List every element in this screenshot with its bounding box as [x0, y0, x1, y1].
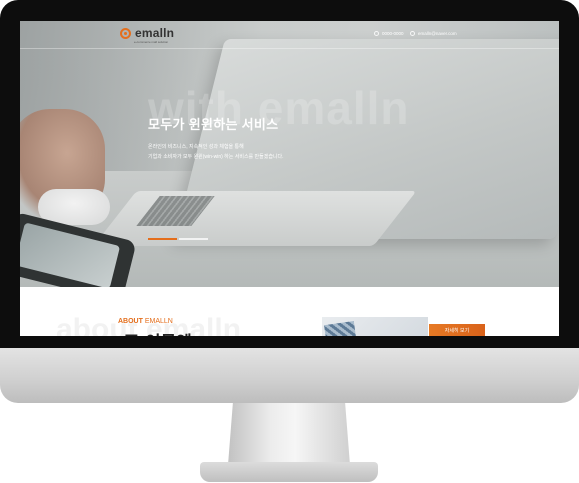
site-header: emalln e-commerce mall solution 0000-000…: [20, 21, 559, 48]
building-graphic: [324, 321, 358, 336]
about-label-brand: EMALLN: [144, 318, 173, 325]
hero-description: 온라인의 비즈니스, 지속적인 성과 체험을 통해 기업과 소비자가 모두 윈윈…: [148, 142, 284, 162]
hero-headline: 모두가 윈윈하는 서비스: [148, 117, 279, 132]
about-title: (주)이몰엔: [118, 328, 192, 336]
phone-icon: [374, 31, 379, 36]
logo-text: emalln: [135, 26, 175, 40]
header-phone-text: 0000-0000: [382, 31, 404, 36]
monitor-stand-foot: [200, 462, 378, 482]
monitor-screen: emalln e-commerce mall solution 0000-000…: [20, 21, 559, 336]
slider-dot-2[interactable]: [179, 238, 208, 240]
about-label-prefix: ABOUT: [118, 318, 143, 325]
header-phone[interactable]: 0000-0000: [374, 31, 404, 36]
hero-section: emalln e-commerce mall solution 0000-000…: [20, 21, 559, 287]
about-more-button[interactable]: 자세히 보기: [429, 324, 485, 336]
header-email-text: emalln@naver.com: [418, 31, 457, 36]
slider-dot-1[interactable]: [148, 238, 177, 240]
monitor-chin: [0, 348, 579, 403]
mail-icon: [410, 31, 415, 36]
site-logo[interactable]: emalln e-commerce mall solution: [120, 26, 175, 44]
monitor-stand-neck: [228, 403, 350, 465]
hero-description-line-1: 온라인의 비즈니스, 지속적인 성과 체험을 통해: [148, 144, 244, 150]
about-section: about emalln ABOUT EMALLN (주)이몰엔 자세히 보기: [20, 287, 559, 336]
hero-slider-indicator: [148, 238, 210, 240]
header-divider: [20, 48, 559, 49]
logo-subtitle: e-commerce mall solution: [134, 40, 169, 44]
logo-e-icon: [120, 27, 131, 39]
monitor-bezel: emalln e-commerce mall solution 0000-000…: [0, 0, 579, 348]
hero-description-line-2: 기업과 소비자가 모두 윈윈(win-win) 하는 서비스를 만들겠습니다.: [148, 154, 284, 160]
header-email[interactable]: emalln@naver.com: [410, 31, 457, 36]
about-label: ABOUT EMALLN: [118, 318, 173, 325]
about-building-image: [322, 317, 428, 336]
